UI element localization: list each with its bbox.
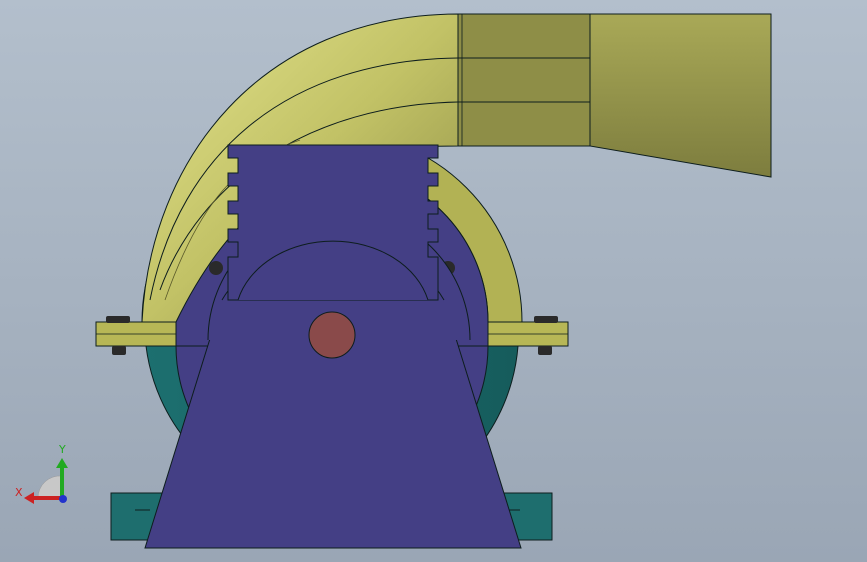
right-flange bbox=[487, 321, 569, 347]
y-axis-arrowhead bbox=[56, 458, 68, 468]
model-view[interactable] bbox=[0, 0, 867, 562]
y-axis-label: Y bbox=[58, 443, 66, 456]
bearing-housing bbox=[227, 144, 439, 301]
graphics-viewport[interactable]: Y X bbox=[0, 0, 867, 562]
z-axis-dot bbox=[59, 495, 67, 503]
shaft-end bbox=[308, 311, 356, 359]
triad-plane bbox=[37, 475, 63, 499]
outlet-straight-duct bbox=[457, 13, 591, 147]
x-axis-arrowhead bbox=[24, 492, 34, 504]
orientation-triad: Y X bbox=[15, 443, 68, 504]
left-flange bbox=[95, 321, 177, 347]
x-axis-label: X bbox=[15, 486, 23, 499]
outlet-diffuser bbox=[589, 13, 772, 178]
